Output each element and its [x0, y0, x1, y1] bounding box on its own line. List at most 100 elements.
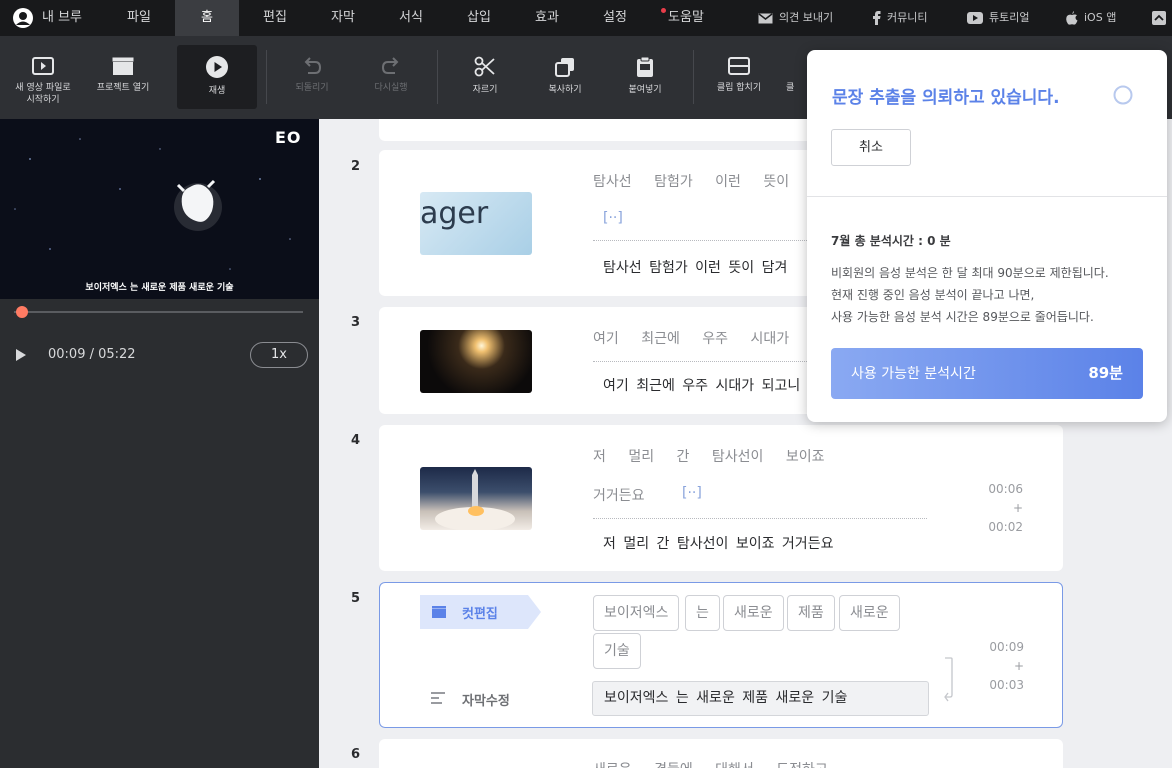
clipboard-icon — [637, 56, 653, 77]
word-chip[interactable]: 새로운 — [723, 595, 784, 631]
word-chip[interactable]: 기술 — [593, 633, 641, 669]
loading-spinner-icon — [1113, 85, 1133, 105]
user-menu[interactable]: 내 브루 — [12, 0, 82, 36]
clip-words-line2[interactable]: 거거든요 — [593, 485, 645, 505]
timeline-scrubber[interactable] — [16, 306, 28, 318]
more-words[interactable]: [··] — [603, 210, 623, 226]
word-chip[interactable]: 는 — [685, 595, 720, 631]
merge-clips-button[interactable]: 클립 합치기 — [704, 36, 774, 119]
scissors-icon — [474, 56, 495, 77]
tab-edit[interactable]: 편집 — [243, 0, 307, 36]
clip-number: 6 — [351, 747, 361, 762]
clip-words[interactable]: 탐사선 탐험가 이런 뜻이 — [593, 171, 789, 191]
tab-format[interactable]: 서식 — [379, 0, 443, 36]
tab-settings[interactable]: 설정 — [583, 0, 647, 36]
play-small-icon[interactable] — [15, 348, 27, 362]
clip-thumbnail — [420, 467, 532, 530]
new-video-icon — [32, 57, 54, 75]
toolbar-divider — [266, 50, 267, 104]
toolbar-divider — [693, 50, 694, 104]
desc-line: 사용 가능한 음성 분석 시간은 89분으로 줄어듭니다. — [831, 310, 1094, 324]
clip-duration: + 00:03 — [989, 659, 1024, 692]
playback-time: 00:09 / 05:22 — [48, 347, 136, 362]
merge-clips-icon — [728, 57, 750, 75]
desc-line: 현재 진행 중인 음성 분석이 끝나고 나면, — [831, 288, 1035, 302]
video-preview[interactable]: EO 보이저엑스 는 새로운 제품 새로운 기술 — [0, 119, 319, 299]
clip-sentence[interactable]: 탐사선 탐험가 이런 뜻이 담겨 — [603, 257, 787, 277]
clip-sentence[interactable]: 여기 최근에 우주 시대가 되고니 — [603, 375, 800, 395]
eo-logo: EO — [275, 128, 302, 147]
new-video-button[interactable]: 새 영상 파일로 시작하기 — [5, 36, 81, 119]
copy-button[interactable]: 복사하기 — [530, 36, 600, 119]
paste-button[interactable]: 붙여넣기 — [610, 36, 680, 119]
tutorial-label: 튜토리얼 — [989, 11, 1030, 24]
word-chip[interactable]: 보이저엑스 — [593, 595, 680, 631]
split-clip-button[interactable]: 클 — [786, 36, 806, 119]
menu-bar: 내 브루 파일 홈 편집 자막 서식 삽입 효과 설정 도움말 의견 보내기 커… — [0, 0, 1172, 36]
rocket-launch-image — [435, 469, 515, 530]
space-starfield-image — [0, 119, 319, 299]
open-project-button[interactable]: 프로젝트 열기 — [88, 36, 158, 119]
community-label: 커뮤니티 — [887, 11, 928, 24]
tab-effects[interactable]: 효과 — [515, 0, 579, 36]
tutorial-link[interactable]: 튜토리얼 — [967, 0, 1029, 36]
user-avatar-icon — [13, 8, 33, 28]
undo-label: 되돌리기 — [295, 83, 329, 93]
popup-divider — [807, 196, 1167, 197]
community-link[interactable]: 커뮤니티 — [872, 0, 927, 36]
clip-thumbnail: ager — [420, 192, 532, 255]
video-caption: 보이저엑스 는 새로운 제품 새로운 기술 — [85, 283, 234, 293]
clip-number: 4 — [351, 433, 361, 448]
clip-sentence[interactable]: 저 멀리 간 탐사선이 보이죠 거거든요 — [603, 533, 833, 553]
play-label: 재생 — [208, 86, 226, 96]
subtitle-input[interactable]: 보이저엑스 는 새로운 제품 새로운 기술 — [592, 681, 929, 716]
undo-icon — [304, 57, 322, 74]
tab-file[interactable]: 파일 — [107, 0, 171, 36]
feedback-link[interactable]: 의견 보내기 — [758, 0, 833, 36]
play-button[interactable]: 재생 — [177, 45, 257, 109]
apple-icon — [1066, 11, 1078, 25]
tab-home[interactable]: 홈 — [175, 0, 239, 36]
clip-words[interactable]: 여기 최근에 우주 시대가 — [593, 328, 789, 348]
available-time-value: 89분 — [1088, 364, 1123, 382]
clip-start-time: 00:09 — [989, 640, 1024, 654]
redo-label: 다시실행 — [374, 83, 408, 93]
clip-card-selected[interactable]: 컷편집 보이저엑스 는 새로운 제품 새로운 기술 자막수정 보이저엑스 는 새… — [379, 582, 1063, 728]
clapperboard-icon — [432, 606, 446, 618]
cut-label: 자르기 — [472, 85, 498, 95]
merge-clips-label: 클립 합치기 — [716, 83, 762, 93]
clip-card[interactable]: 저 멀리 간 탐사선이 보이죠 거거든요 [··] 저 멀리 간 탐사선이 보이… — [379, 425, 1063, 571]
facebook-icon — [873, 11, 881, 25]
clip-words[interactable]: 새로운 경들에 대해서 도전하고 — [593, 759, 828, 768]
cut-edit-tab[interactable]: 컷편집 — [420, 595, 541, 629]
ios-app-link[interactable]: iOS 앱 — [1066, 0, 1116, 36]
clip-number: 3 — [351, 315, 361, 330]
new-video-label: 새 영상 파일로 시작하기 — [15, 83, 71, 105]
word-chip[interactable]: 제품 — [787, 595, 835, 631]
playback-timeline[interactable] — [14, 311, 303, 313]
collapse-button[interactable] — [1152, 0, 1166, 36]
feedback-label: 의견 보내기 — [779, 11, 834, 24]
cancel-button[interactable]: 취소 — [831, 129, 911, 166]
player-panel: EO 보이저엑스 는 새로운 제품 새로운 기술 00:09 / 05:22 1… — [0, 119, 319, 768]
tab-subtitle[interactable]: 자막 — [311, 0, 375, 36]
split-clip-label: 클 — [786, 83, 795, 93]
clip-card[interactable]: 새로운 경들에 대해서 도전하고 — [379, 739, 1063, 768]
undo-button[interactable]: 되돌리기 — [277, 36, 347, 119]
copy-label: 복사하기 — [548, 85, 582, 95]
redo-icon — [381, 57, 399, 74]
more-words[interactable]: [··] — [682, 485, 702, 501]
available-time-label: 사용 가능한 분석시간 — [851, 366, 976, 382]
cut-edit-label: 컷편집 — [462, 607, 498, 622]
clapperboard-icon — [112, 57, 134, 75]
tab-insert[interactable]: 삽입 — [447, 0, 511, 36]
usage-title: 7월 총 분석시간 : 0 분 — [831, 234, 951, 248]
word-chip[interactable]: 새로운 — [839, 595, 900, 631]
play-circle-icon — [206, 56, 228, 78]
cut-button[interactable]: 자르기 — [450, 36, 520, 119]
speed-button[interactable]: 1x — [250, 342, 308, 368]
clip-words[interactable]: 저 멀리 간 탐사선이 보이죠 — [593, 446, 824, 466]
subtitle-align-icon — [431, 692, 445, 704]
redo-button[interactable]: 다시실행 — [356, 36, 426, 119]
tab-help[interactable]: 도움말 — [654, 0, 718, 36]
